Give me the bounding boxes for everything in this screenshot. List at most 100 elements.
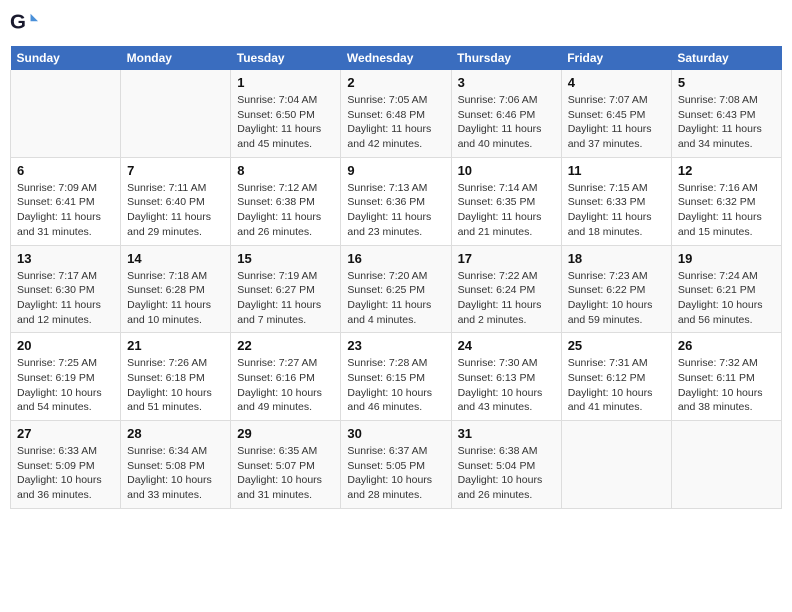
calendar-day-cell: 26Sunrise: 7:32 AMSunset: 6:11 PMDayligh… bbox=[671, 333, 781, 421]
calendar-day-cell: 30Sunrise: 6:37 AMSunset: 5:05 PMDayligh… bbox=[341, 421, 451, 509]
day-number: 9 bbox=[347, 163, 444, 178]
weekday-header: Sunday bbox=[11, 46, 121, 70]
day-number: 11 bbox=[568, 163, 665, 178]
day-number: 25 bbox=[568, 338, 665, 353]
day-info: Sunrise: 7:08 AMSunset: 6:43 PMDaylight:… bbox=[678, 93, 775, 152]
calendar-day-cell: 15Sunrise: 7:19 AMSunset: 6:27 PMDayligh… bbox=[231, 245, 341, 333]
weekday-header: Monday bbox=[121, 46, 231, 70]
day-number: 13 bbox=[17, 251, 114, 266]
day-number: 12 bbox=[678, 163, 775, 178]
day-info: Sunrise: 7:12 AMSunset: 6:38 PMDaylight:… bbox=[237, 181, 334, 240]
calendar-day-cell: 12 Sunrise: 7:16 AMSunset: 6:32 PMDayligh… bbox=[671, 157, 781, 245]
calendar-week-row: 1 Sunrise: 7:04 AMSunset: 6:50 PMDaylight… bbox=[11, 70, 782, 157]
calendar-day-cell: 1 Sunrise: 7:04 AMSunset: 6:50 PMDaylight… bbox=[231, 70, 341, 157]
day-info: Sunrise: 7:26 AMSunset: 6:18 PMDaylight:… bbox=[127, 356, 224, 415]
day-info: Sunrise: 7:25 AMSunset: 6:19 PMDaylight:… bbox=[17, 356, 114, 415]
calendar-week-row: 20 Sunrise: 7:25 AMSunset: 6:19 PMDayligh… bbox=[11, 333, 782, 421]
calendar-day-cell: 2Sunrise: 7:05 AMSunset: 6:48 PMDaylight… bbox=[341, 70, 451, 157]
logo-icon: G bbox=[10, 10, 38, 38]
calendar-day-cell: 27 Sunrise: 6:33 AMSunset: 5:09 PMDayligh… bbox=[11, 421, 121, 509]
day-info: Sunrise: 7:11 AMSunset: 6:40 PMDaylight:… bbox=[127, 181, 224, 240]
calendar-day-cell: 23Sunrise: 7:28 AMSunset: 6:15 PMDayligh… bbox=[341, 333, 451, 421]
day-info: Sunrise: 7:31 AMSunset: 6:12 PMDaylight:… bbox=[568, 356, 665, 415]
calendar-day-cell bbox=[121, 70, 231, 157]
calendar-day-cell: 4 Sunrise: 7:07 AMSunset: 6:45 PMDaylight… bbox=[561, 70, 671, 157]
weekday-header: Tuesday bbox=[231, 46, 341, 70]
day-number: 17 bbox=[458, 251, 555, 266]
calendar-day-cell: 5 Sunrise: 7:08 AMSunset: 6:43 PMDaylight… bbox=[671, 70, 781, 157]
calendar-day-cell: 6 Sunrise: 7:09 AMSunset: 6:41 PMDaylight… bbox=[11, 157, 121, 245]
day-number: 2 bbox=[347, 75, 444, 90]
day-info: Sunrise: 7:04 AMSunset: 6:50 PMDaylight:… bbox=[237, 93, 334, 152]
weekday-header: Thursday bbox=[451, 46, 561, 70]
day-info: Sunrise: 6:35 AMSunset: 5:07 PMDaylight:… bbox=[237, 444, 334, 503]
day-number: 7 bbox=[127, 163, 224, 178]
calendar-body: 1 Sunrise: 7:04 AMSunset: 6:50 PMDaylight… bbox=[11, 70, 782, 508]
day-info: Sunrise: 7:18 AMSunset: 6:28 PMDaylight:… bbox=[127, 269, 224, 328]
day-info: Sunrise: 6:37 AMSunset: 5:05 PMDaylight:… bbox=[347, 444, 444, 503]
day-info: Sunrise: 7:09 AMSunset: 6:41 PMDaylight:… bbox=[17, 181, 114, 240]
calendar-day-cell: 28 Sunrise: 6:34 AMSunset: 5:08 PMDayligh… bbox=[121, 421, 231, 509]
weekday-header: Saturday bbox=[671, 46, 781, 70]
calendar-day-cell: 19Sunrise: 7:24 AMSunset: 6:21 PMDayligh… bbox=[671, 245, 781, 333]
day-number: 3 bbox=[458, 75, 555, 90]
day-info: Sunrise: 7:17 AMSunset: 6:30 PMDaylight:… bbox=[17, 269, 114, 328]
day-number: 20 bbox=[17, 338, 114, 353]
calendar-week-row: 6 Sunrise: 7:09 AMSunset: 6:41 PMDaylight… bbox=[11, 157, 782, 245]
day-info: Sunrise: 6:33 AMSunset: 5:09 PMDaylight:… bbox=[17, 444, 114, 503]
day-number: 10 bbox=[458, 163, 555, 178]
calendar-day-cell: 20 Sunrise: 7:25 AMSunset: 6:19 PMDayligh… bbox=[11, 333, 121, 421]
day-info: Sunrise: 7:30 AMSunset: 6:13 PMDaylight:… bbox=[458, 356, 555, 415]
day-number: 31 bbox=[458, 426, 555, 441]
calendar-day-cell: 16 Sunrise: 7:20 AMSunset: 6:25 PMDayligh… bbox=[341, 245, 451, 333]
day-info: Sunrise: 7:07 AMSunset: 6:45 PMDaylight:… bbox=[568, 93, 665, 152]
day-number: 4 bbox=[568, 75, 665, 90]
day-number: 15 bbox=[237, 251, 334, 266]
day-number: 24 bbox=[458, 338, 555, 353]
calendar-day-cell: 14 Sunrise: 7:18 AMSunset: 6:28 PMDayligh… bbox=[121, 245, 231, 333]
day-info: Sunrise: 7:13 AMSunset: 6:36 PMDaylight:… bbox=[347, 181, 444, 240]
calendar-day-cell: 18 Sunrise: 7:23 AMSunset: 6:22 PMDayligh… bbox=[561, 245, 671, 333]
calendar-day-cell bbox=[671, 421, 781, 509]
day-number: 5 bbox=[678, 75, 775, 90]
day-number: 18 bbox=[568, 251, 665, 266]
calendar-day-cell: 17Sunrise: 7:22 AMSunset: 6:24 PMDayligh… bbox=[451, 245, 561, 333]
day-info: Sunrise: 7:27 AMSunset: 6:16 PMDaylight:… bbox=[237, 356, 334, 415]
calendar-day-cell: 11 Sunrise: 7:15 AMSunset: 6:33 PMDayligh… bbox=[561, 157, 671, 245]
calendar-day-cell: 9 Sunrise: 7:13 AMSunset: 6:36 PMDaylight… bbox=[341, 157, 451, 245]
day-info: Sunrise: 7:24 AMSunset: 6:21 PMDaylight:… bbox=[678, 269, 775, 328]
day-number: 21 bbox=[127, 338, 224, 353]
day-info: Sunrise: 7:16 AMSunset: 6:32 PMDaylight:… bbox=[678, 181, 775, 240]
day-number: 27 bbox=[17, 426, 114, 441]
calendar-day-cell: 13 Sunrise: 7:17 AMSunset: 6:30 PMDayligh… bbox=[11, 245, 121, 333]
day-number: 28 bbox=[127, 426, 224, 441]
day-info: Sunrise: 7:32 AMSunset: 6:11 PMDaylight:… bbox=[678, 356, 775, 415]
day-number: 22 bbox=[237, 338, 334, 353]
day-info: Sunrise: 7:23 AMSunset: 6:22 PMDaylight:… bbox=[568, 269, 665, 328]
day-number: 8 bbox=[237, 163, 334, 178]
calendar-day-cell: 25 Sunrise: 7:31 AMSunset: 6:12 PMDayligh… bbox=[561, 333, 671, 421]
day-number: 23 bbox=[347, 338, 444, 353]
day-info: Sunrise: 7:20 AMSunset: 6:25 PMDaylight:… bbox=[347, 269, 444, 328]
calendar-day-cell bbox=[561, 421, 671, 509]
day-number: 29 bbox=[237, 426, 334, 441]
day-number: 6 bbox=[17, 163, 114, 178]
weekday-header: Friday bbox=[561, 46, 671, 70]
day-info: Sunrise: 7:14 AMSunset: 6:35 PMDaylight:… bbox=[458, 181, 555, 240]
calendar-day-cell: 10 Sunrise: 7:14 AMSunset: 6:35 PMDayligh… bbox=[451, 157, 561, 245]
calendar-header: SundayMondayTuesdayWednesdayThursdayFrid… bbox=[11, 46, 782, 70]
calendar-day-cell: 24 Sunrise: 7:30 AMSunset: 6:13 PMDayligh… bbox=[451, 333, 561, 421]
calendar-day-cell: 7 Sunrise: 7:11 AMSunset: 6:40 PMDaylight… bbox=[121, 157, 231, 245]
calendar-day-cell: 22 Sunrise: 7:27 AMSunset: 6:16 PMDayligh… bbox=[231, 333, 341, 421]
day-number: 16 bbox=[347, 251, 444, 266]
day-info: Sunrise: 7:06 AMSunset: 6:46 PMDaylight:… bbox=[458, 93, 555, 152]
day-number: 1 bbox=[237, 75, 334, 90]
day-info: Sunrise: 7:15 AMSunset: 6:33 PMDaylight:… bbox=[568, 181, 665, 240]
calendar-day-cell: 3 Sunrise: 7:06 AMSunset: 6:46 PMDaylight… bbox=[451, 70, 561, 157]
day-info: Sunrise: 6:34 AMSunset: 5:08 PMDaylight:… bbox=[127, 444, 224, 503]
weekday-header: Wednesday bbox=[341, 46, 451, 70]
day-info: Sunrise: 6:38 AMSunset: 5:04 PMDaylight:… bbox=[458, 444, 555, 503]
day-number: 14 bbox=[127, 251, 224, 266]
calendar-day-cell bbox=[11, 70, 121, 157]
calendar-table: SundayMondayTuesdayWednesdayThursdayFrid… bbox=[10, 46, 782, 509]
